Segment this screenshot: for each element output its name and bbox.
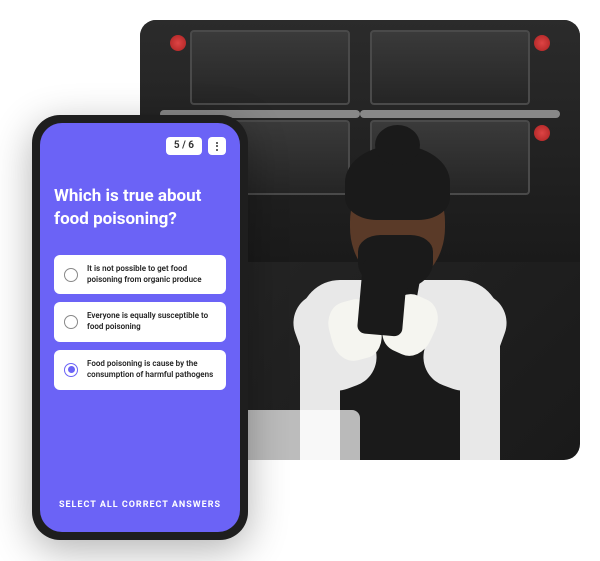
radio-icon — [64, 268, 78, 282]
option-text: Food poisoning is cause by the consumpti… — [87, 359, 216, 381]
phone-mockup: 5 / 6 Which is true about food poisoning… — [32, 115, 248, 540]
option-2[interactable]: Everyone is equally susceptible to food … — [54, 302, 226, 342]
options-list: It is not possible to get food poisoning… — [54, 255, 226, 500]
question-title: Which is true about food poisoning? — [54, 185, 226, 231]
quiz-screen: 5 / 6 Which is true about food poisoning… — [40, 123, 240, 532]
instruction-hint: SELECT ALL CORRECT ANSWERS — [54, 500, 226, 518]
phone-held-icon — [357, 258, 408, 337]
menu-button[interactable] — [208, 137, 226, 155]
quiz-header: 5 / 6 — [54, 137, 226, 155]
radio-selected-icon — [64, 363, 78, 377]
more-vertical-icon — [216, 142, 218, 151]
option-text: Everyone is equally susceptible to food … — [87, 311, 216, 333]
option-3[interactable]: Food poisoning is cause by the consumpti… — [54, 350, 226, 390]
radio-icon — [64, 315, 78, 329]
option-1[interactable]: It is not possible to get food poisoning… — [54, 255, 226, 295]
option-text: It is not possible to get food poisoning… — [87, 264, 216, 286]
progress-indicator: 5 / 6 — [166, 137, 202, 155]
food-container — [240, 410, 360, 460]
